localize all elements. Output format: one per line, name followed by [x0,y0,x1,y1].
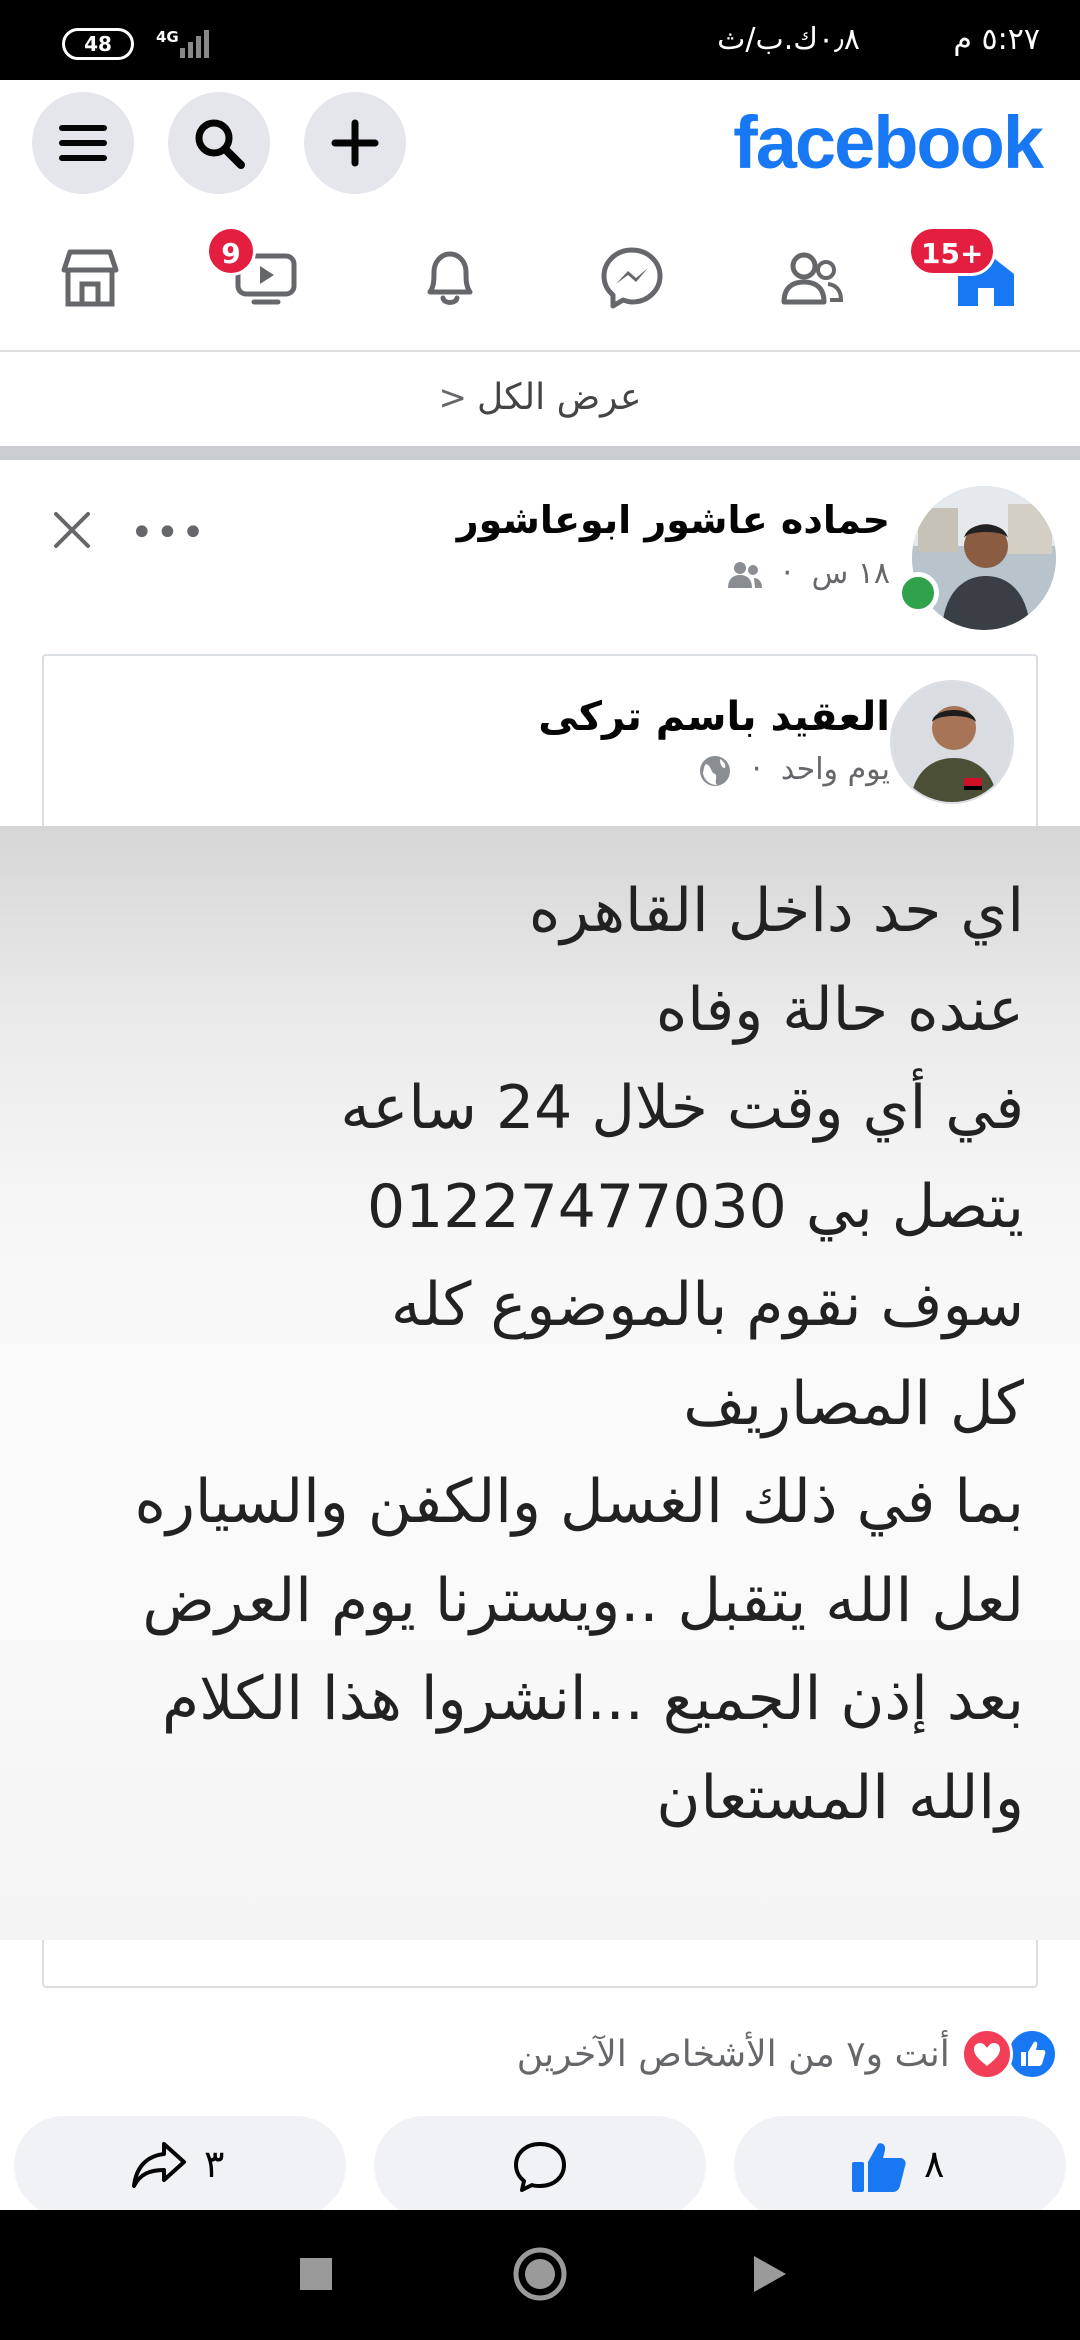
post-image[interactable]: اي حد داخل القاهره عنده حالة وفاه في أي … [0,826,1080,1940]
globe-icon [700,755,731,786]
like-button[interactable]: ٨ [734,2116,1066,2216]
friends-audience-icon [727,561,762,588]
author-photo [912,486,1056,630]
online-status-dot [897,572,939,614]
share-count: ٣ [204,2142,225,2186]
shared-author-avatar[interactable] [890,680,1014,804]
shared-author-photo [892,682,1012,802]
text-line: بما في ذلك الغسل والكفن والسياره [134,1467,1024,1537]
text-line: اي حد داخل القاهره [528,876,1024,946]
video-badge: 9 [206,226,256,276]
tab-marketplace[interactable] [50,238,130,318]
status-bar: 48 4G ٥:٢٧ م ٠٫٨ك.ب/ث [0,0,1080,80]
facebook-logo[interactable]: facebook [733,100,1044,185]
back-nav-icon[interactable] [750,2252,790,2296]
like-count: ٨ [924,2142,945,2186]
system-nav-bar [0,2210,1080,2340]
plus-icon [331,119,379,167]
text-line: يتصل بي 01227477030 [366,1171,1024,1242]
recent-apps-icon[interactable] [296,2254,336,2294]
text-line: في أي وقت خلال 24 ساعه [340,1073,1024,1143]
text-line: عنده حالة وفاه [655,974,1024,1045]
shared-author-name[interactable]: العقيد باسم تركى [538,694,890,740]
section-divider [0,446,1080,460]
clock: ٥:٢٧ م [953,22,1040,57]
facebook-app-screen: 48 4G ٥:٢٧ م ٠٫٨ك.ب/ث facebook 9 15+ عرض… [0,0,1080,2340]
messenger-icon [601,247,663,309]
signal-icon [180,30,209,58]
home-badge: 15+ [908,226,997,276]
text-line: كل المصاريف [683,1368,1024,1439]
marketplace-icon [61,249,119,307]
see-all-link[interactable]: عرض الكل< [0,352,1080,446]
post-image-text: اي حد داخل القاهره عنده حالة وفاه في أي … [24,862,1024,1847]
tab-home[interactable]: 15+ [908,226,1026,318]
menu-button[interactable] [32,92,134,194]
tab-bar: 9 15+ [0,208,1080,352]
create-button[interactable] [304,92,406,194]
post-author-name[interactable]: حماده عاشور ابوعاشور [457,498,890,542]
text-line: لعل الله يتقبل ..ويسترنا يوم العرض [142,1565,1024,1636]
see-all-label: عرض الكل [477,377,642,418]
text-line: سوف نقوم بالموضوع كله [390,1270,1024,1340]
love-reaction-icon [960,2028,1013,2080]
battery-indicator: 48 [62,28,134,60]
shared-post-meta: يوم واحد · [698,752,890,788]
close-icon[interactable] [50,508,94,552]
comment-icon [514,2142,566,2192]
text-line: بعد إذن الجميع ...انشروا هذا الكلام [161,1664,1024,1734]
bell-icon [427,251,473,305]
tab-friends[interactable] [772,238,852,318]
post-meta: ١٨ س · [727,556,890,591]
shared-post-time[interactable]: يوم واحد [781,752,890,787]
text-line: والله المستعان [656,1762,1024,1833]
meta-separator: · [751,752,762,787]
meta-separator: · [782,556,793,591]
share-button[interactable]: ٣ [14,2116,346,2216]
reactions-summary[interactable]: أنت و٧ من الأشخاص الآخرين [517,2028,1058,2084]
tab-notifications[interactable] [410,238,490,318]
post-options-button[interactable]: ••• [130,510,207,556]
chevron-left-icon: < [438,378,468,418]
like-reaction-icon [1006,2028,1058,2080]
tab-video[interactable]: 9 [206,226,306,318]
like-icon [852,2143,906,2192]
hamburger-icon [59,125,107,161]
search-icon [195,119,245,169]
home-nav-icon[interactable] [512,2246,568,2302]
author-avatar[interactable] [912,486,1056,630]
share-icon [132,2142,186,2188]
friends-icon [781,252,844,305]
search-button[interactable] [168,92,270,194]
app-header: facebook [0,80,1080,208]
post-time[interactable]: ١٨ س [812,556,890,591]
comment-button[interactable] [374,2116,706,2216]
network-speed: ٠٫٨ك.ب/ث [717,22,860,57]
tab-messenger[interactable] [592,238,672,318]
reactions-text: أنت و٧ من الأشخاص الآخرين [516,2033,950,2075]
